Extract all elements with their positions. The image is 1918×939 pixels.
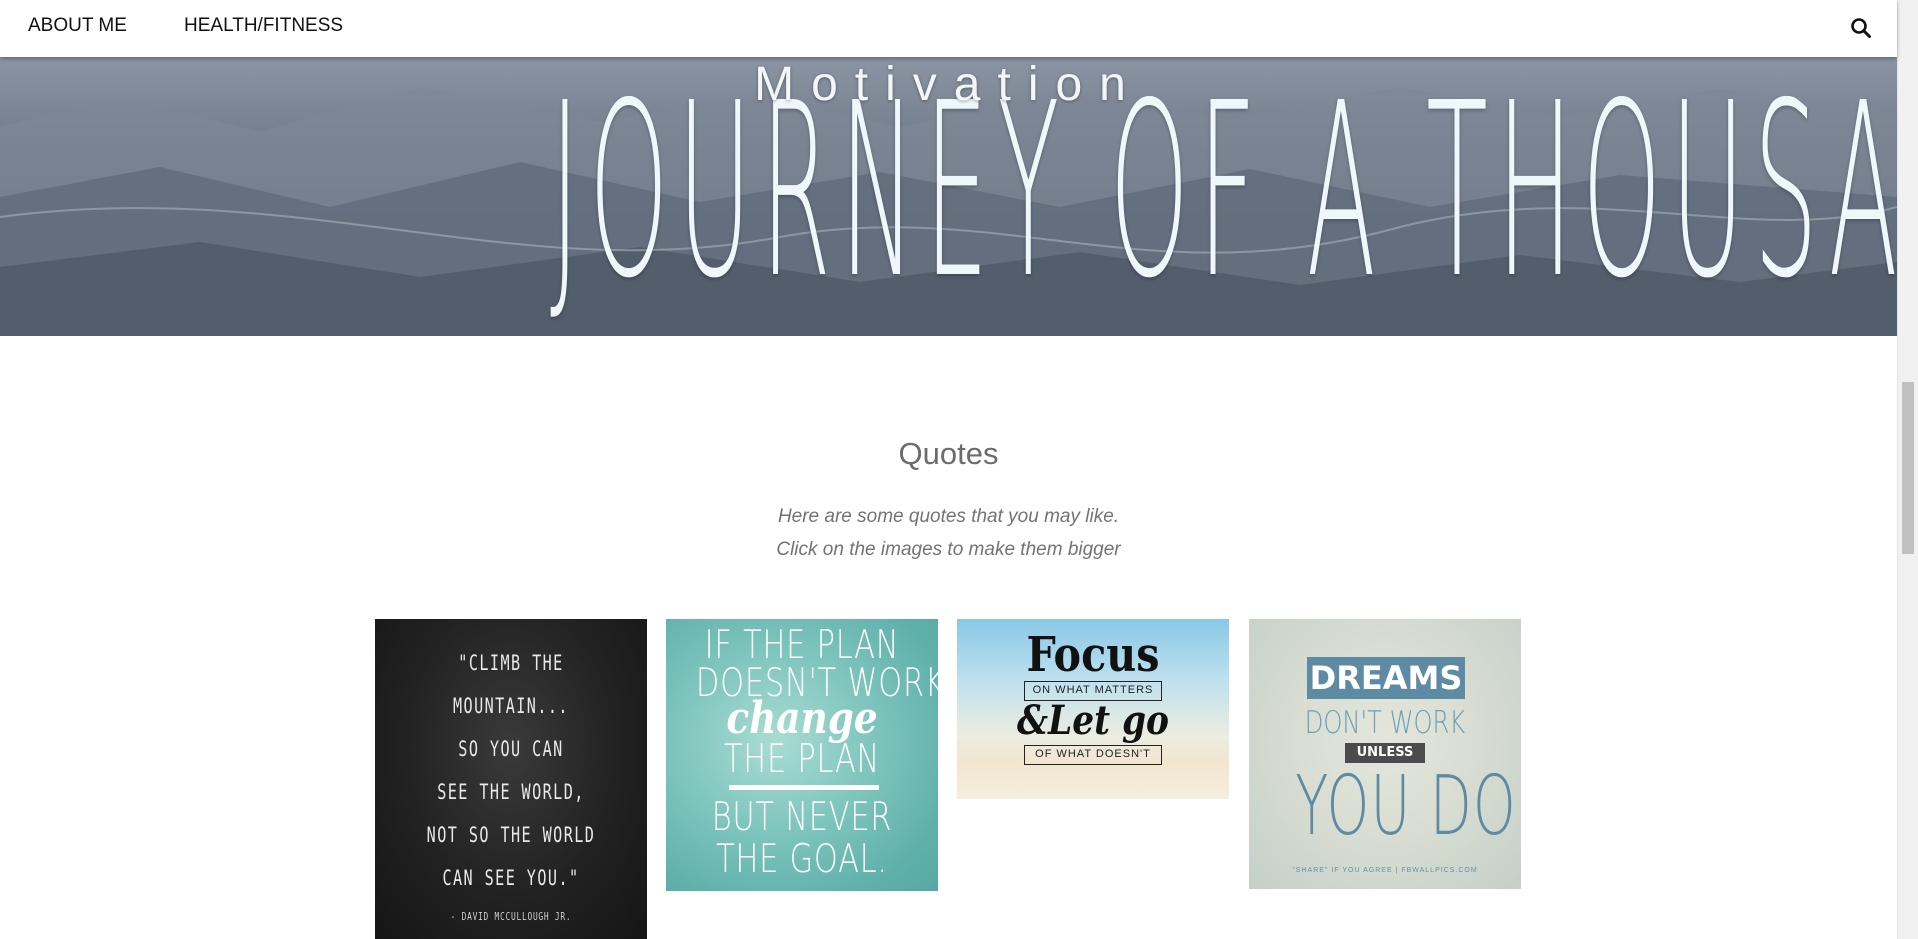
quote-line: BUT NEVER — [711, 795, 893, 840]
quote-box: OF WHAT DOESN'T — [1024, 745, 1162, 765]
quote-credit: - DAVID MCCULLOUGH JR. — [450, 910, 572, 923]
section-subtitle-line1: Here are some quotes that you may like. — [777, 506, 1120, 527]
quote-image-climb-the-mountain[interactable]: "CLIMB THE MOUNTAIN... SO YOU CAN SEE TH… — [375, 619, 647, 939]
quote-line: "CLIMB THE — [458, 651, 564, 675]
quote-line: THE GOAL. — [716, 837, 888, 882]
quote-line: &Let go — [1016, 697, 1170, 744]
quote-line: SEE THE WORLD, — [437, 780, 585, 804]
top-navbar: ABOUT ME HEALTH/FITNESS — [0, 0, 1897, 57]
vertical-scrollbar[interactable] — [1897, 0, 1918, 939]
quote-line: NOT SO THE WORLD — [426, 823, 596, 847]
nav-item-about-me[interactable]: ABOUT ME — [28, 15, 127, 37]
search-icon[interactable] — [1849, 16, 1873, 40]
quote-line: YOU DO — [1295, 759, 1517, 854]
divider-line — [729, 785, 879, 790]
scrollbar-thumb[interactable] — [1902, 382, 1914, 554]
quote-image-focus[interactable]: Focus ON WHAT MATTERS &Let go OF WHAT DO… — [957, 619, 1229, 799]
section-title: Quotes — [898, 436, 999, 471]
quote-image-dreams[interactable]: DREAMS DON'T WORK UNLESS YOU DO "SHARE" … — [1249, 619, 1521, 889]
quote-ribbon: DREAMS — [1307, 657, 1465, 699]
quote-footer: "SHARE" IF YOU AGREE | FBWALLPICS.COM — [1292, 867, 1478, 874]
section-subtitle-line2: Click on the images to make them bigger — [776, 539, 1121, 560]
hero-banner: JOURNEY OF A THOUSAND MILES Motivation — [0, 57, 1897, 336]
quote-line: DON'T WORK — [1304, 705, 1466, 741]
quote-line: THE PLAN — [723, 737, 881, 782]
nav-item-health-fitness[interactable]: HEALTH/FITNESS — [184, 15, 343, 37]
quote-line: SO YOU CAN — [458, 737, 564, 761]
quote-line: MOUNTAIN... — [453, 694, 569, 718]
quote-image-change-the-plan[interactable]: IF THE PLAN DOESN'T WORK, change THE PLA… — [666, 619, 938, 891]
quote-line: CAN SEE YOU." — [442, 866, 580, 890]
quote-line: Focus — [1026, 627, 1160, 683]
page-title: Motivation — [754, 58, 1143, 111]
